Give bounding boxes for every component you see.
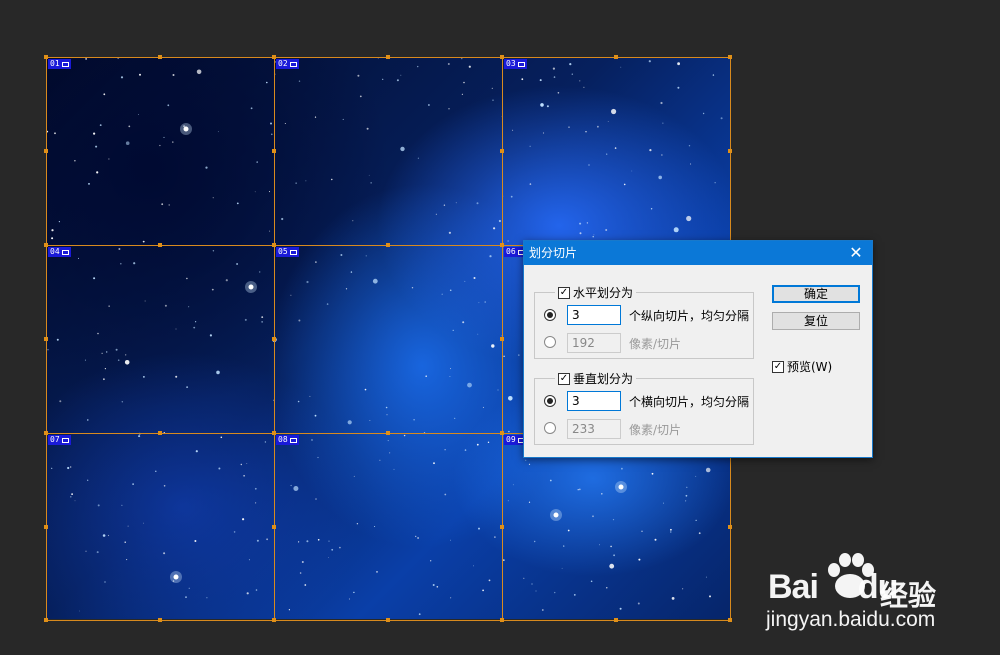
slice-number-badge[interactable]: 07 — [48, 435, 71, 445]
slice-handle[interactable] — [44, 524, 48, 529]
slice-number-badge[interactable]: 04 — [48, 247, 71, 257]
slice-handle[interactable] — [158, 431, 162, 435]
slice-number-badge[interactable]: 02 — [276, 59, 299, 69]
slice-handle[interactable] — [386, 243, 390, 247]
slice-handle[interactable] — [272, 618, 276, 622]
vertical-pixels-radio[interactable] — [544, 422, 556, 434]
vertical-divide-legend[interactable]: ✓ 垂直划分为 — [555, 370, 637, 387]
slice-handle[interactable] — [158, 618, 162, 622]
slice-handle[interactable] — [386, 618, 390, 622]
reset-button[interactable]: 复位 — [772, 312, 860, 330]
slice-handle[interactable] — [158, 243, 162, 247]
slice-handle[interactable] — [728, 524, 732, 529]
slice-handle[interactable] — [500, 149, 504, 153]
slice-handle[interactable] — [272, 524, 276, 529]
slice-number-badge[interactable]: 01 — [48, 59, 71, 69]
slice-number: 03 — [506, 59, 516, 68]
slice-handle[interactable] — [44, 337, 48, 341]
image-slice-icon — [61, 249, 69, 255]
watermark-brand: Bai du — [768, 568, 898, 607]
horizontal-divide-legend[interactable]: ✓ 水平划分为 — [555, 284, 637, 301]
close-icon[interactable]: ✕ — [846, 241, 866, 265]
vertical-pixels-input[interactable]: 233 — [567, 419, 621, 439]
slice-handle[interactable] — [44, 149, 48, 153]
slice-number: 05 — [278, 247, 288, 256]
image-slice-icon — [289, 249, 297, 255]
preview-label: 预览(W) — [787, 360, 833, 374]
slice-number-badge[interactable]: 05 — [276, 247, 299, 257]
slice-handle[interactable] — [728, 618, 732, 622]
dialog-titlebar[interactable]: 划分切片 ✕ — [524, 241, 872, 265]
horizontal-pixels-radio[interactable] — [544, 336, 556, 348]
slice-handle[interactable] — [614, 55, 618, 59]
slice-number: 02 — [278, 59, 288, 68]
image-slice-icon — [61, 437, 69, 443]
vertical-count-input[interactable]: 3 — [567, 391, 621, 411]
horizontal-pixels-input[interactable]: 192 — [567, 333, 621, 353]
horizontal-divide-label: 水平划分为 — [573, 286, 634, 300]
slice-number-badge[interactable]: 03 — [504, 59, 527, 69]
slice-handle[interactable] — [500, 337, 504, 341]
slice-handle[interactable] — [44, 618, 48, 622]
slice-number: 07 — [50, 435, 60, 444]
slice-number: 09 — [506, 435, 516, 444]
slice-handle[interactable] — [386, 55, 390, 59]
vertical-divide-checkbox[interactable]: ✓ — [558, 372, 570, 385]
slice-number: 06 — [506, 247, 516, 256]
preview-checkbox[interactable]: ✓ — [772, 360, 784, 373]
slice-number: 08 — [278, 435, 288, 444]
slice-handle[interactable] — [500, 524, 504, 529]
horizontal-divide-checkbox[interactable]: ✓ — [558, 286, 570, 299]
vertical-pixels-label: 像素/切片 — [629, 423, 682, 437]
slice-number: 04 — [50, 247, 60, 256]
preview-toggle[interactable]: ✓ 预览(W) — [772, 358, 832, 375]
baidu-jingyan-watermark: Bai du 经验 jingyan.baidu.com — [762, 546, 962, 636]
horizontal-count-radio[interactable] — [544, 309, 556, 321]
vertical-count-label: 个横向切片，均匀分隔 — [629, 395, 750, 409]
slice-number-badge[interactable]: 08 — [276, 435, 299, 445]
ok-button[interactable]: 确定 — [772, 285, 860, 303]
image-slice-icon — [61, 61, 69, 67]
slice-handle[interactable] — [272, 337, 276, 341]
horizontal-count-input[interactable]: 3 — [567, 305, 621, 325]
vertical-divide-label: 垂直划分为 — [573, 372, 634, 386]
image-slice-icon — [289, 437, 297, 443]
horizontal-divide-group: ✓ 水平划分为 3 个纵向切片，均匀分隔 192 像素/切片 — [534, 284, 754, 359]
slice-handle[interactable] — [386, 431, 390, 435]
watermark-url: jingyan.baidu.com — [766, 608, 936, 631]
slice-number: 01 — [50, 59, 60, 68]
watermark-brand-bai: Bai — [768, 568, 819, 606]
image-slice-icon — [517, 61, 525, 67]
image-slice-icon — [289, 61, 297, 67]
horizontal-pixels-label: 像素/切片 — [629, 337, 682, 351]
slice-handle[interactable] — [614, 618, 618, 622]
slice-handle[interactable] — [272, 149, 276, 153]
dialog-title: 划分切片 — [529, 246, 578, 260]
slice-handle[interactable] — [158, 55, 162, 59]
slice-handle[interactable] — [500, 618, 504, 622]
slice-handle[interactable] — [728, 149, 732, 153]
horizontal-count-label: 个纵向切片，均匀分隔 — [629, 309, 750, 323]
slice-handle[interactable] — [728, 55, 732, 59]
vertical-divide-group: ✓ 垂直划分为 3 个横向切片，均匀分隔 233 像素/切片 — [534, 370, 754, 445]
vertical-count-radio[interactable] — [544, 395, 556, 407]
divide-slice-dialog: 划分切片 ✕ ✓ 水平划分为 3 个纵向切片，均匀分隔 192 像素/切片 ✓ … — [523, 240, 873, 458]
